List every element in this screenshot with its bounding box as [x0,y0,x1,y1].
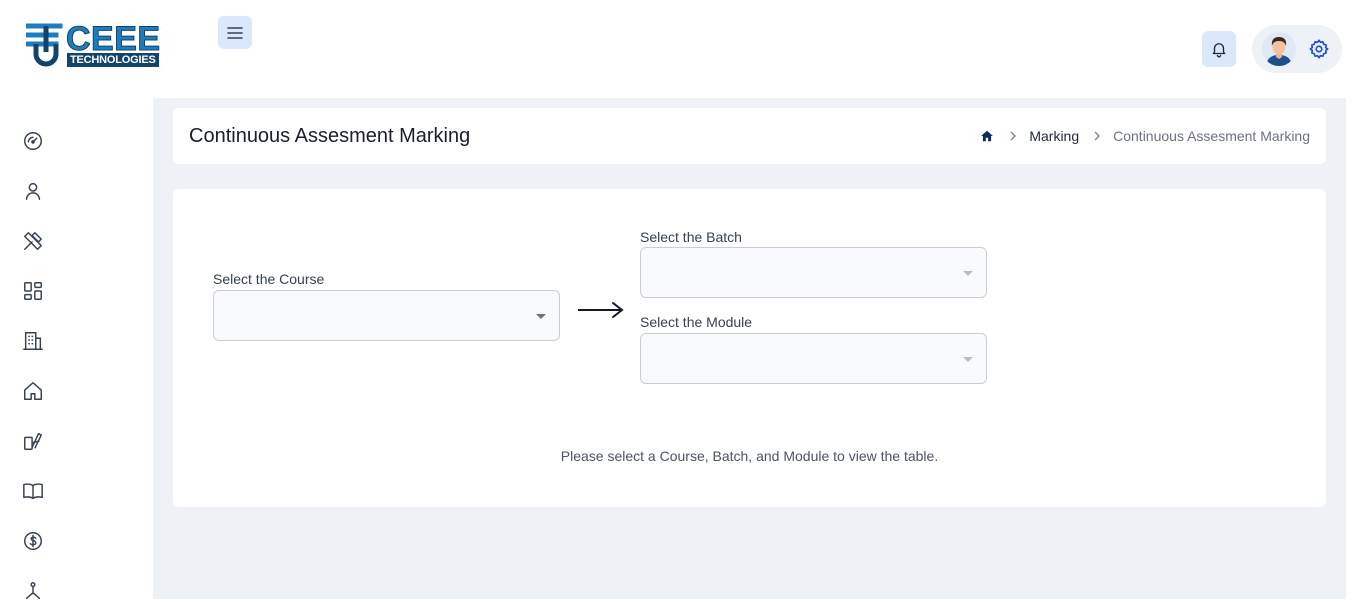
sidebar-item-tools[interactable] [20,228,46,254]
book-open-icon [23,483,43,500]
page-title: Continuous Assesment Marking [189,125,471,147]
home-icon [981,130,994,142]
bell-icon [1212,43,1226,58]
chevron-right-icon [1093,131,1101,141]
user-avatar-icon [1262,32,1296,66]
home-icon [24,382,42,400]
tools-icon [24,232,42,250]
brand-logo[interactable]: CEEE TECHNOLOGIES [26,20,161,68]
profile-menu[interactable] [1252,25,1342,73]
caret-down-icon [963,357,973,362]
page-header-card: Continuous Assesment Marking Marking Con… [173,108,1326,164]
batch-select-label: Select the Batch [640,229,742,245]
sidebar-item-layout[interactable] [20,278,46,304]
empty-state-message: Please select a Course, Batch, and Modul… [560,448,939,464]
module-select-label: Select the Module [640,314,753,330]
dollar-circle-icon [24,532,42,550]
course-select[interactable] [213,290,560,341]
grid-layout-icon [24,282,42,300]
sidebar-item-courses[interactable] [20,478,46,504]
brand-name: CEEE [66,20,161,58]
chevron-right-icon [1009,131,1017,141]
caret-down-icon [963,271,973,276]
sidebar-toggle-button[interactable] [218,16,252,49]
ceee-logo-mark-icon [26,23,63,67]
caret-down-icon [536,314,546,319]
avatar[interactable] [1262,32,1296,66]
batch-select[interactable] [640,247,987,298]
main-content: Continuous Assesment Marking Marking Con… [153,98,1346,599]
top-header: CEEE TECHNOLOGIES [0,0,1366,98]
breadcrumb-marking[interactable]: Marking [1029,127,1079,145]
swatches-icon [24,432,42,450]
sidebar-item-dashboard[interactable] [20,128,46,154]
hamburger-menu-icon [227,26,243,39]
breadcrumb-home[interactable] [979,128,995,144]
sidebar-item-network[interactable] [20,578,46,604]
course-select-label: Select the Course [213,271,325,287]
arrow-right-icon [578,302,624,318]
dashboard-gauge-icon [24,132,42,150]
sidebar [0,98,153,600]
brand-subtitle: TECHNOLOGIES [67,53,159,67]
sidebar-item-building[interactable] [20,328,46,354]
user-icon [25,182,41,200]
building-icon [23,332,43,350]
sidebar-item-home[interactable] [20,378,46,404]
module-select[interactable] [640,333,987,384]
sidebar-item-swatches[interactable] [20,428,46,454]
sidebar-item-users[interactable] [20,178,46,204]
breadcrumb-current: Continuous Assesment Marking [1113,128,1310,144]
notifications-button[interactable] [1202,31,1236,67]
page-edge [1346,98,1366,599]
breadcrumb: Marking Continuous Assesment Marking [979,127,1310,145]
gear-icon[interactable] [1308,38,1330,60]
selection-card: Select the Course Select the Batch Selec… [173,189,1326,507]
sidebar-item-payments[interactable] [20,528,46,554]
